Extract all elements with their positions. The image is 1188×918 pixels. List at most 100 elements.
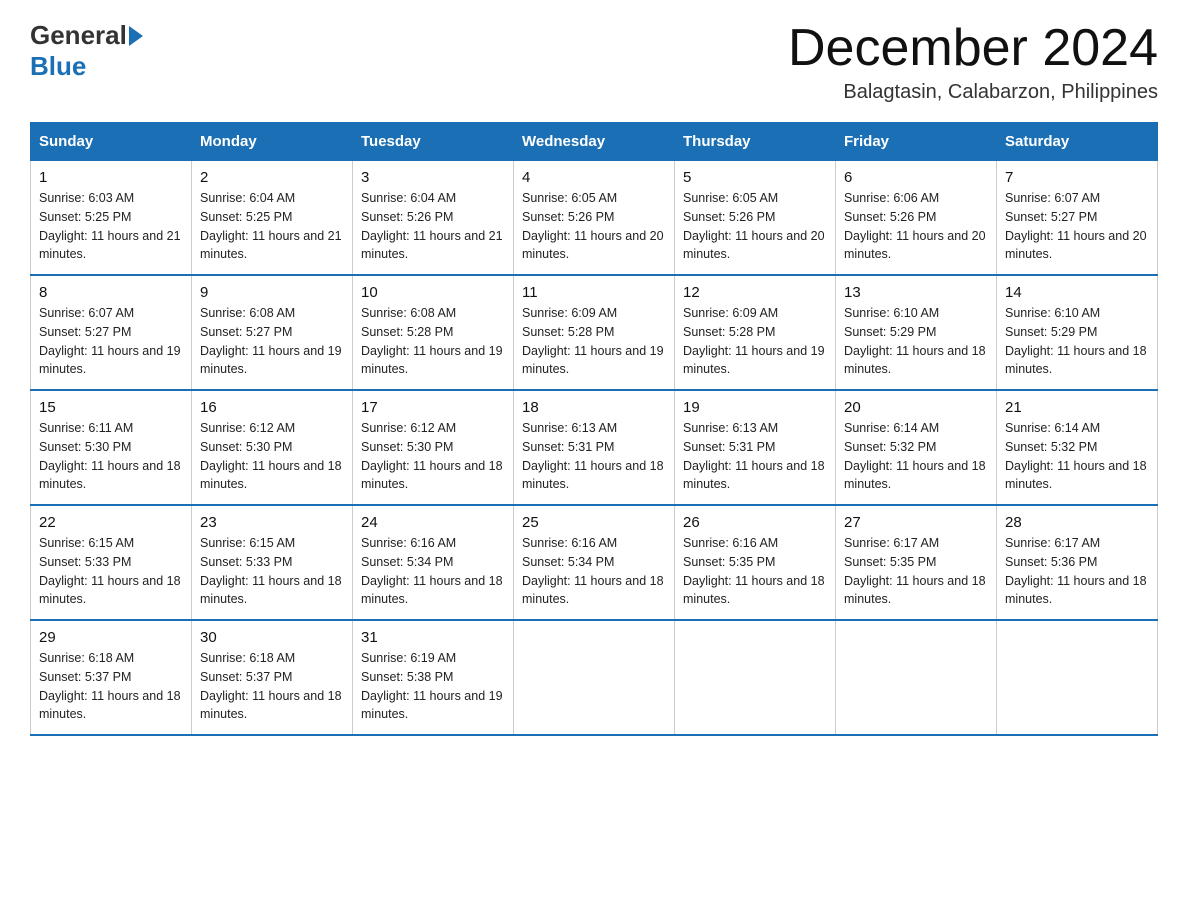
calendar-cell: 10 Sunrise: 6:08 AMSunset: 5:28 PMDayligh…	[353, 275, 514, 390]
day-info: Sunrise: 6:04 AMSunset: 5:25 PMDaylight:…	[200, 189, 344, 264]
calendar-cell	[675, 620, 836, 735]
day-info: Sunrise: 6:15 AMSunset: 5:33 PMDaylight:…	[39, 534, 183, 609]
day-info: Sunrise: 6:08 AMSunset: 5:28 PMDaylight:…	[361, 304, 505, 379]
calendar-cell: 2 Sunrise: 6:04 AMSunset: 5:25 PMDaylight…	[192, 161, 353, 276]
day-info: Sunrise: 6:03 AMSunset: 5:25 PMDaylight:…	[39, 189, 183, 264]
day-number: 1	[39, 169, 183, 186]
weekday-header-monday: Monday	[192, 123, 353, 161]
calendar-cell: 8 Sunrise: 6:07 AMSunset: 5:27 PMDaylight…	[31, 275, 192, 390]
calendar-cell: 16 Sunrise: 6:12 AMSunset: 5:30 PMDayligh…	[192, 390, 353, 505]
calendar-cell: 5Sunrise: 6:05 AMSunset: 5:26 PMDaylight…	[675, 161, 836, 276]
location-title: Balagtasin, Calabarzon, Philippines	[788, 81, 1158, 104]
calendar-table: SundayMondayTuesdayWednesdayThursdayFrid…	[30, 122, 1158, 736]
calendar-cell	[514, 620, 675, 735]
logo: General Blue	[30, 20, 145, 82]
calendar-cell: 21 Sunrise: 6:14 AMSunset: 5:32 PMDayligh…	[997, 390, 1158, 505]
calendar-cell: 1 Sunrise: 6:03 AMSunset: 5:25 PMDaylight…	[31, 161, 192, 276]
day-info: Sunrise: 6:18 AMSunset: 5:37 PMDaylight:…	[39, 649, 183, 724]
day-info: Sunrise: 6:10 AMSunset: 5:29 PMDaylight:…	[844, 304, 988, 379]
day-info: Sunrise: 6:15 AMSunset: 5:33 PMDaylight:…	[200, 534, 344, 609]
calendar-cell: 24 Sunrise: 6:16 AMSunset: 5:34 PMDayligh…	[353, 505, 514, 620]
calendar-cell: 3Sunrise: 6:04 AMSunset: 5:26 PMDaylight…	[353, 161, 514, 276]
day-number: 7	[1005, 169, 1149, 186]
weekday-header-row: SundayMondayTuesdayWednesdayThursdayFrid…	[31, 123, 1158, 161]
title-section: December 2024 Balagtasin, Calabarzon, Ph…	[788, 20, 1158, 104]
day-info: Sunrise: 6:12 AMSunset: 5:30 PMDaylight:…	[361, 419, 505, 494]
day-info: Sunrise: 6:13 AMSunset: 5:31 PMDaylight:…	[683, 419, 827, 494]
day-info: Sunrise: 6:05 AMSunset: 5:26 PMDaylight:…	[522, 189, 666, 264]
day-info: Sunrise: 6:16 AMSunset: 5:35 PMDaylight:…	[683, 534, 827, 609]
day-info: Sunrise: 6:17 AMSunset: 5:35 PMDaylight:…	[844, 534, 988, 609]
page-header: General Blue December 2024 Balagtasin, C…	[30, 20, 1158, 104]
day-info: Sunrise: 6:14 AMSunset: 5:32 PMDaylight:…	[1005, 419, 1149, 494]
logo-arrow-icon	[129, 26, 143, 46]
day-number: 27	[844, 514, 988, 531]
calendar-week-row: 1 Sunrise: 6:03 AMSunset: 5:25 PMDaylight…	[31, 161, 1158, 276]
calendar-cell: 25Sunrise: 6:16 AMSunset: 5:34 PMDayligh…	[514, 505, 675, 620]
calendar-cell: 31 Sunrise: 6:19 AMSunset: 5:38 PMDayligh…	[353, 620, 514, 735]
weekday-header-sunday: Sunday	[31, 123, 192, 161]
day-number: 17	[361, 399, 505, 416]
day-number: 16	[200, 399, 344, 416]
calendar-cell: 23 Sunrise: 6:15 AMSunset: 5:33 PMDayligh…	[192, 505, 353, 620]
day-info: Sunrise: 6:11 AMSunset: 5:30 PMDaylight:…	[39, 419, 183, 494]
weekday-header-wednesday: Wednesday	[514, 123, 675, 161]
day-number: 28	[1005, 514, 1149, 531]
day-info: Sunrise: 6:19 AMSunset: 5:38 PMDaylight:…	[361, 649, 505, 724]
day-number: 25	[522, 514, 666, 531]
weekday-header-friday: Friday	[836, 123, 997, 161]
calendar-cell: 22 Sunrise: 6:15 AMSunset: 5:33 PMDayligh…	[31, 505, 192, 620]
calendar-week-row: 29 Sunrise: 6:18 AMSunset: 5:37 PMDayligh…	[31, 620, 1158, 735]
day-info: Sunrise: 6:18 AMSunset: 5:37 PMDaylight:…	[200, 649, 344, 724]
calendar-cell: 26Sunrise: 6:16 AMSunset: 5:35 PMDayligh…	[675, 505, 836, 620]
calendar-cell	[836, 620, 997, 735]
month-title: December 2024	[788, 20, 1158, 77]
day-number: 22	[39, 514, 183, 531]
day-number: 30	[200, 629, 344, 646]
day-info: Sunrise: 6:09 AMSunset: 5:28 PMDaylight:…	[522, 304, 666, 379]
calendar-cell: 12 Sunrise: 6:09 AMSunset: 5:28 PMDayligh…	[675, 275, 836, 390]
day-info: Sunrise: 6:05 AMSunset: 5:26 PMDaylight:…	[683, 189, 827, 264]
day-number: 21	[1005, 399, 1149, 416]
day-number: 2	[200, 169, 344, 186]
calendar-cell: 19 Sunrise: 6:13 AMSunset: 5:31 PMDayligh…	[675, 390, 836, 505]
day-info: Sunrise: 6:06 AMSunset: 5:26 PMDaylight:…	[844, 189, 988, 264]
calendar-cell: 15Sunrise: 6:11 AMSunset: 5:30 PMDayligh…	[31, 390, 192, 505]
day-info: Sunrise: 6:13 AMSunset: 5:31 PMDaylight:…	[522, 419, 666, 494]
calendar-cell: 14Sunrise: 6:10 AMSunset: 5:29 PMDayligh…	[997, 275, 1158, 390]
day-number: 29	[39, 629, 183, 646]
day-number: 23	[200, 514, 344, 531]
calendar-cell: 28Sunrise: 6:17 AMSunset: 5:36 PMDayligh…	[997, 505, 1158, 620]
day-info: Sunrise: 6:16 AMSunset: 5:34 PMDaylight:…	[361, 534, 505, 609]
calendar-week-row: 8 Sunrise: 6:07 AMSunset: 5:27 PMDaylight…	[31, 275, 1158, 390]
day-info: Sunrise: 6:08 AMSunset: 5:27 PMDaylight:…	[200, 304, 344, 379]
day-number: 13	[844, 284, 988, 301]
calendar-cell: 13 Sunrise: 6:10 AMSunset: 5:29 PMDayligh…	[836, 275, 997, 390]
day-number: 18	[522, 399, 666, 416]
calendar-cell: 27 Sunrise: 6:17 AMSunset: 5:35 PMDayligh…	[836, 505, 997, 620]
day-number: 24	[361, 514, 505, 531]
day-number: 12	[683, 284, 827, 301]
calendar-cell: 18 Sunrise: 6:13 AMSunset: 5:31 PMDayligh…	[514, 390, 675, 505]
day-number: 4	[522, 169, 666, 186]
calendar-cell: 17 Sunrise: 6:12 AMSunset: 5:30 PMDayligh…	[353, 390, 514, 505]
day-number: 8	[39, 284, 183, 301]
calendar-cell: 20Sunrise: 6:14 AMSunset: 5:32 PMDayligh…	[836, 390, 997, 505]
day-number: 10	[361, 284, 505, 301]
weekday-header-thursday: Thursday	[675, 123, 836, 161]
day-number: 31	[361, 629, 505, 646]
logo-blue-text: Blue	[30, 51, 86, 82]
day-info: Sunrise: 6:12 AMSunset: 5:30 PMDaylight:…	[200, 419, 344, 494]
weekday-header-tuesday: Tuesday	[353, 123, 514, 161]
day-info: Sunrise: 6:09 AMSunset: 5:28 PMDaylight:…	[683, 304, 827, 379]
day-number: 11	[522, 284, 666, 301]
calendar-cell: 11 Sunrise: 6:09 AMSunset: 5:28 PMDayligh…	[514, 275, 675, 390]
day-info: Sunrise: 6:04 AMSunset: 5:26 PMDaylight:…	[361, 189, 505, 264]
day-info: Sunrise: 6:07 AMSunset: 5:27 PMDaylight:…	[1005, 189, 1149, 264]
calendar-cell	[997, 620, 1158, 735]
logo-general-text: General	[30, 20, 127, 51]
day-number: 19	[683, 399, 827, 416]
weekday-header-saturday: Saturday	[997, 123, 1158, 161]
day-info: Sunrise: 6:07 AMSunset: 5:27 PMDaylight:…	[39, 304, 183, 379]
day-number: 9	[200, 284, 344, 301]
